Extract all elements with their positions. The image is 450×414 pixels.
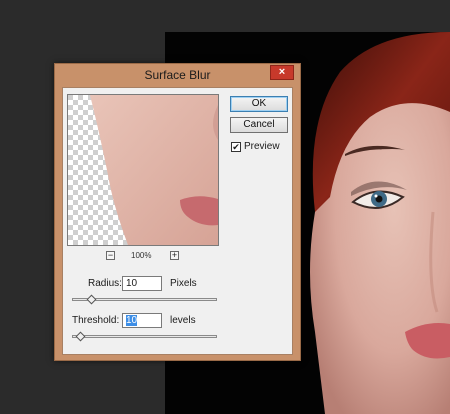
ok-button[interactable]: OK (230, 96, 288, 112)
threshold-slider[interactable] (72, 331, 217, 342)
threshold-unit: levels (170, 315, 196, 326)
filter-preview-pane[interactable] (67, 94, 219, 246)
preview-label: Preview (244, 141, 280, 152)
radius-unit: Pixels (170, 278, 197, 289)
threshold-input[interactable]: 10 (122, 313, 162, 328)
preview-checkbox[interactable]: ✔ (231, 142, 241, 152)
close-icon: × (278, 66, 286, 78)
preview-image (68, 95, 218, 245)
close-button[interactable]: × (270, 65, 294, 80)
dialog-body: − 100% + OK Cancel ✔ Preview Radius: 10 … (62, 87, 293, 355)
radius-value: 10 (126, 278, 138, 289)
minus-icon: − (107, 250, 114, 260)
radius-slider-thumb[interactable] (86, 294, 97, 305)
dialog-title: Surface Blur (144, 68, 211, 82)
dialog-titlebar[interactable]: Surface Blur × (55, 64, 300, 86)
zoom-controls: − 100% + (106, 251, 206, 263)
threshold-slider-thumb[interactable] (75, 331, 86, 342)
radius-slider[interactable] (72, 294, 217, 305)
zoom-out-button[interactable]: − (106, 251, 115, 260)
radius-input[interactable]: 10 (122, 276, 162, 291)
plus-icon: + (171, 250, 178, 260)
threshold-label: Threshold: (72, 315, 120, 326)
surface-blur-dialog: Surface Blur × − 100% + OK Cancel ✔ Prev… (54, 63, 301, 361)
threshold-value: 10 (126, 315, 138, 326)
checkmark-icon: ✔ (232, 142, 240, 152)
zoom-level: 100% (131, 251, 152, 260)
zoom-in-button[interactable]: + (170, 251, 179, 260)
radius-label: Radius: (88, 278, 122, 289)
cancel-button[interactable]: Cancel (230, 117, 288, 133)
